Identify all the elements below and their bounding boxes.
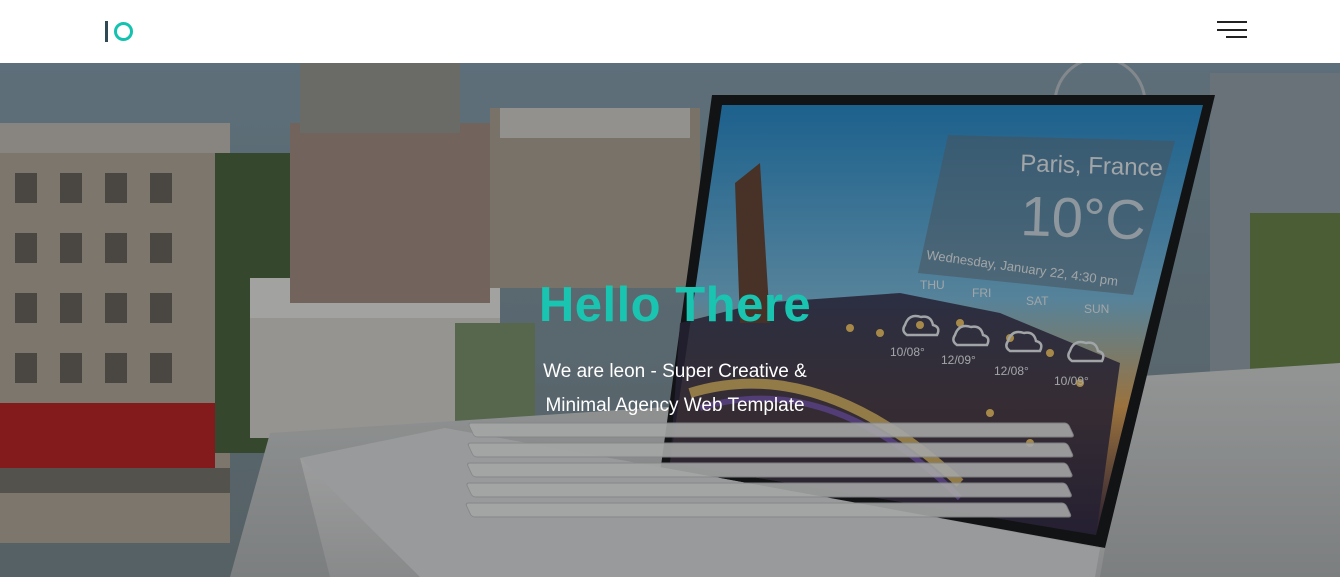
logo-bar-mark: [105, 20, 108, 42]
hero-title: Hello There: [538, 278, 812, 332]
menu-line: [1226, 36, 1247, 38]
menu-line: [1217, 29, 1247, 31]
menu-line: [1217, 21, 1247, 23]
logo[interactable]: [105, 19, 145, 43]
hero-subtitle: We are leon - Super Creative & Minimal A…: [543, 361, 807, 416]
hero-section: Paris, France 10°C Wednesday, January 22…: [0, 63, 1340, 577]
site-header: [0, 0, 1340, 63]
hero-content: Hello There We are leon - Super Creative…: [470, 275, 880, 423]
logo-ring-mark: [114, 21, 133, 41]
hamburger-menu-icon[interactable]: [1213, 19, 1247, 41]
